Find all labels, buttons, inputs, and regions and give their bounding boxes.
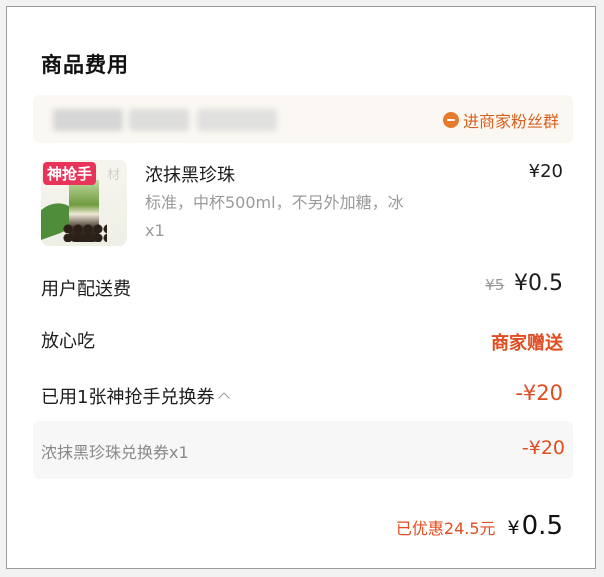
promo-tag: 神抢手	[43, 162, 97, 185]
store-name-blurred	[53, 109, 123, 131]
product-name: 浓抹黑珍珠	[145, 165, 235, 186]
chevron-up-icon	[218, 392, 231, 404]
total-amount: 0.5	[521, 511, 563, 541]
saved-amount: 已优惠24.5元	[395, 519, 496, 538]
product-image[interactable]: 神抢手 材	[41, 160, 127, 246]
coupon-detail-label: 浓抹黑珍珠兑换券x1	[41, 443, 189, 462]
fee-card: 商品费用 进商家粉丝群 神抢手 材 浓抹黑珍珠 标准，中杯500ml，不另外加糖…	[19, 19, 585, 567]
total-row: 已优惠24.5元 ¥0.5	[396, 511, 563, 541]
coupon-detail-row: 浓抹黑珍珠兑换券x1 -¥20	[33, 421, 573, 479]
total-currency: ¥	[507, 517, 520, 539]
product-quantity: x1	[145, 221, 165, 240]
join-fan-group-link[interactable]: 进商家粉丝群	[442, 108, 559, 132]
product-spec: 标准，中杯500ml，不另外加糖，冰 x1	[145, 189, 445, 245]
total-price: ¥0.5	[508, 511, 563, 541]
promo-tag-ghost: 材	[107, 168, 121, 183]
chat-icon	[442, 112, 459, 128]
store-row: 进商家粉丝群	[33, 95, 573, 143]
store-name-blurred	[129, 109, 189, 131]
join-fan-group-label: 进商家粉丝群	[462, 112, 559, 131]
pearls-decoration	[63, 224, 107, 242]
product-price: ¥20	[528, 161, 563, 182]
delivery-fee-value: ¥5 ¥0.5	[485, 271, 563, 296]
coupon-summary-toggle[interactable]: 已用1张神抢手兑换券	[41, 383, 231, 409]
delivery-fee-original: ¥5	[485, 276, 505, 294]
delivery-fee-label: 用户配送费	[41, 279, 131, 300]
delivery-fee-price: ¥0.5	[514, 271, 563, 296]
coupon-detail-amount: -¥20	[521, 437, 565, 459]
assurance-label: 放心吃	[41, 331, 95, 352]
product-spec-text: 标准，中杯500ml，不另外加糖，冰	[145, 193, 404, 212]
assurance-value: 商家赠送	[491, 333, 563, 354]
card-title: 商品费用	[41, 53, 129, 77]
coupon-summary-label: 已用1张神抢手兑换券	[41, 387, 215, 408]
store-name-blurred	[197, 109, 277, 131]
coupon-summary-amount: -¥20	[515, 381, 563, 405]
